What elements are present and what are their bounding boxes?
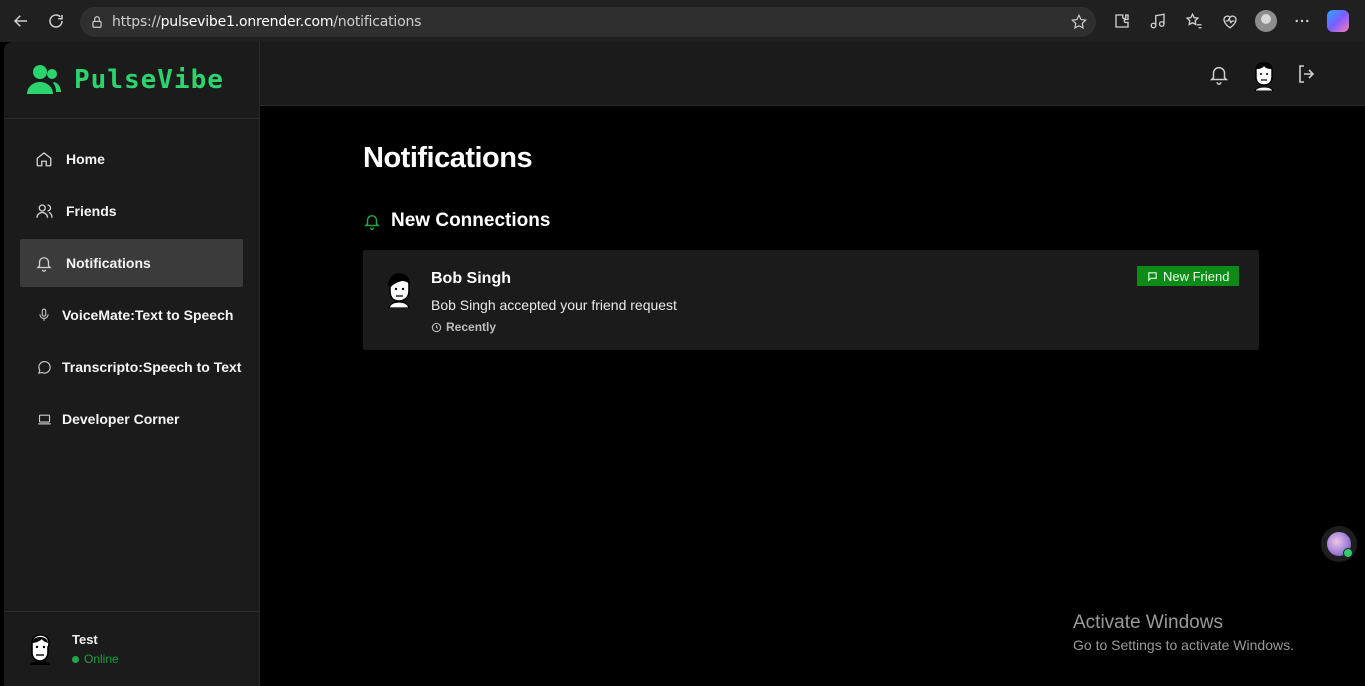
reload-icon bbox=[49, 14, 63, 28]
extensions-button[interactable] bbox=[1108, 6, 1136, 36]
profile-button[interactable] bbox=[1252, 6, 1280, 36]
sidebar-item-friends[interactable]: Friends bbox=[20, 187, 243, 235]
star-list-icon bbox=[1185, 12, 1202, 29]
notification-time-label: Recently bbox=[446, 320, 497, 334]
sidebar-item-label: Friends bbox=[66, 203, 117, 219]
top-header bbox=[260, 42, 1365, 106]
section-header: New Connections bbox=[363, 210, 550, 232]
badge-label: New Friend bbox=[1163, 268, 1230, 284]
logout-button[interactable] bbox=[1295, 62, 1319, 91]
more-menu-button[interactable] bbox=[1288, 6, 1316, 36]
copilot-icon bbox=[1327, 10, 1349, 32]
sidebar-item-voicemate[interactable]: VoiceMate:Text to Speech bbox=[20, 291, 243, 339]
user-info: Test Online bbox=[72, 632, 119, 666]
browser-extensions bbox=[1108, 6, 1352, 36]
health-button[interactable] bbox=[1216, 6, 1244, 36]
section-title: New Connections bbox=[391, 210, 551, 231]
notification-time: Recently bbox=[431, 320, 496, 334]
laptop-icon bbox=[34, 412, 54, 427]
url-prefix: https:// bbox=[112, 14, 161, 30]
mic-icon bbox=[34, 307, 54, 323]
watermark-title: Activate Windows bbox=[1073, 612, 1223, 633]
more-dots-icon bbox=[1295, 19, 1309, 23]
assistant-avatar-icon bbox=[1327, 532, 1353, 558]
header-avatar[interactable] bbox=[1253, 61, 1275, 91]
sidebar-item-transcripto[interactable]: Transcripto:Speech to Text bbox=[20, 343, 243, 391]
back-button[interactable] bbox=[6, 6, 36, 36]
copilot-button[interactable] bbox=[1324, 6, 1352, 36]
clock-icon bbox=[431, 322, 442, 332]
reload-button[interactable] bbox=[41, 6, 71, 36]
notifications-button[interactable] bbox=[1208, 62, 1230, 91]
home-icon bbox=[34, 150, 54, 168]
bell-icon bbox=[34, 254, 54, 272]
logout-icon bbox=[1299, 65, 1315, 83]
browser-toolbar: https://pulsevibe1.onrender.com/notifica… bbox=[0, 0, 1365, 42]
main-content: Notifications New Connections Bob Singh … bbox=[260, 106, 1365, 686]
address-bar[interactable]: https://pulsevibe1.onrender.com/notifica… bbox=[80, 7, 1096, 37]
notification-sender: Bob Singh bbox=[431, 270, 511, 287]
bell-icon bbox=[364, 215, 380, 230]
sidebar-item-label: Home bbox=[66, 151, 105, 167]
puzzle-icon bbox=[1115, 14, 1129, 28]
current-user[interactable]: Test Online bbox=[4, 611, 260, 686]
assistant-float-button[interactable] bbox=[1321, 526, 1357, 562]
media-button[interactable] bbox=[1144, 6, 1172, 36]
notification-card[interactable]: Bob Singh Bob Singh accepted your friend… bbox=[363, 250, 1259, 350]
app-window: PulseVibe Home Friends Notifications Voi… bbox=[4, 42, 1365, 686]
avatar bbox=[26, 633, 54, 665]
status-badge: New Friend bbox=[1137, 266, 1240, 286]
watermark-subtitle: Go to Settings to activate Windows. bbox=[1073, 637, 1294, 653]
sidebar-item-label: VoiceMate:Text to Speech bbox=[62, 307, 234, 323]
message-circle-icon bbox=[34, 360, 54, 375]
user-status: Online bbox=[72, 652, 119, 666]
sidebar-item-developer[interactable]: Developer Corner bbox=[20, 395, 243, 443]
star-icon bbox=[1071, 13, 1087, 30]
sidebar: PulseVibe Home Friends Notifications Voi… bbox=[4, 42, 260, 686]
sidebar-nav: Home Friends Notifications VoiceMate:Tex… bbox=[4, 119, 259, 443]
brand-logo[interactable]: PulseVibe bbox=[4, 42, 259, 119]
online-dot-icon bbox=[72, 655, 79, 663]
lock-icon bbox=[92, 16, 102, 28]
profile-avatar bbox=[1255, 10, 1277, 32]
page-title: Notifications bbox=[363, 142, 533, 174]
notification-message: Bob Singh accepted your friend request bbox=[431, 297, 677, 313]
avatar bbox=[388, 273, 410, 308]
brand-name: PulseVibe bbox=[74, 65, 224, 95]
heart-pulse-icon bbox=[1223, 15, 1237, 29]
sidebar-item-label: Transcripto:Speech to Text bbox=[62, 359, 242, 375]
user-status-label: Online bbox=[84, 652, 119, 666]
windows-activation-watermark: Activate Windows Go to Settings to activ… bbox=[1073, 612, 1294, 653]
users-icon bbox=[34, 202, 54, 220]
bell-icon bbox=[1209, 66, 1229, 85]
url-path: /notifications bbox=[333, 14, 422, 30]
arrow-left-icon bbox=[13, 15, 27, 27]
message-square-icon bbox=[1148, 271, 1157, 281]
user-name: Test bbox=[72, 632, 98, 647]
sidebar-item-label: Notifications bbox=[66, 255, 151, 271]
users-logo-icon bbox=[27, 65, 61, 94]
favorites-button[interactable] bbox=[1180, 6, 1208, 36]
music-icon bbox=[1150, 13, 1165, 29]
url-host: pulsevibe1.onrender.com bbox=[160, 14, 334, 30]
favorite-star-button[interactable] bbox=[1070, 13, 1088, 36]
sidebar-item-label: Developer Corner bbox=[62, 411, 180, 427]
sidebar-item-home[interactable]: Home bbox=[20, 135, 243, 183]
url-text: https://pulsevibe1.onrender.com/notifica… bbox=[112, 14, 421, 30]
sidebar-item-notifications[interactable]: Notifications bbox=[20, 239, 243, 287]
